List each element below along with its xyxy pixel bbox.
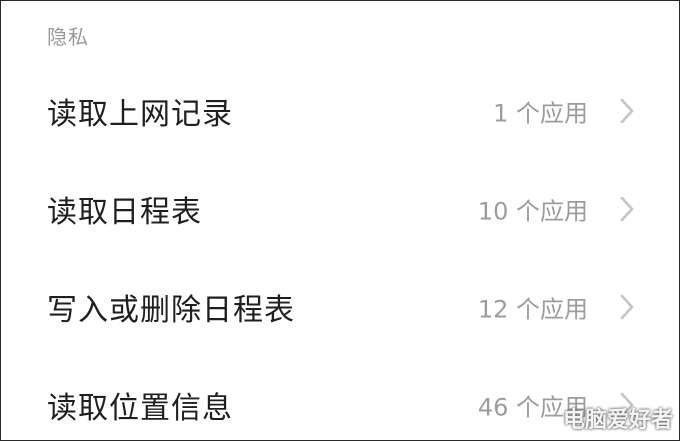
chevron-right-icon — [619, 391, 635, 419]
app-count: 46 个应用 — [477, 393, 588, 422]
chevron-right-icon — [619, 195, 635, 223]
permission-label: 读取位置信息 — [47, 391, 233, 426]
app-count: 1 个应用 — [493, 99, 588, 128]
privacy-settings-panel: 隐私 读取上网记录 1 个应用 读取日程表 10 个应用 写入或删除日程表 12… — [0, 0, 680, 441]
permission-row-write-calendar[interactable]: 写入或删除日程表 12 个应用 — [1, 259, 679, 355]
chevron-right-icon — [619, 97, 635, 125]
permission-label: 写入或删除日程表 — [47, 293, 295, 328]
permission-row-read-calendar[interactable]: 读取日程表 10 个应用 — [1, 161, 679, 257]
chevron-right-icon — [619, 293, 635, 321]
section-header: 隐私 — [47, 25, 89, 49]
permission-row-browsing-history[interactable]: 读取上网记录 1 个应用 — [1, 63, 679, 159]
app-count: 12 个应用 — [477, 295, 588, 324]
app-count: 10 个应用 — [477, 197, 588, 226]
permission-label: 读取上网记录 — [47, 97, 233, 132]
permission-label: 读取日程表 — [47, 195, 202, 230]
permission-row-location[interactable]: 读取位置信息 46 个应用 — [1, 357, 679, 440]
